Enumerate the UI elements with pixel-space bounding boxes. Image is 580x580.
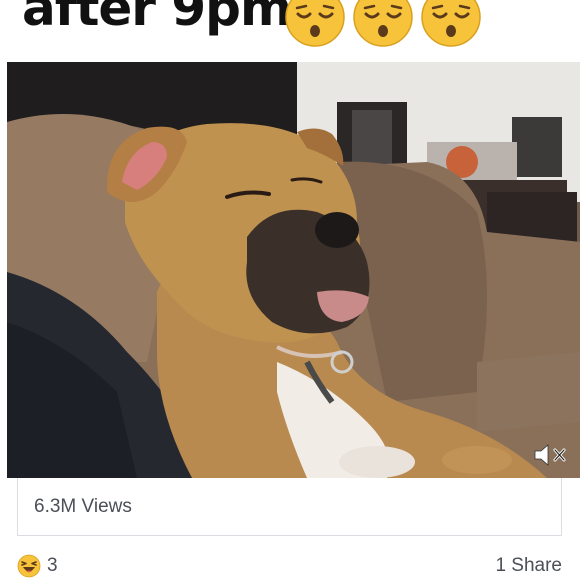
mute-button[interactable] bbox=[531, 440, 571, 470]
views-count: 6.3M Views bbox=[34, 496, 132, 517]
sleepy-face-icon bbox=[285, 0, 345, 47]
sleepy-face-icon bbox=[353, 0, 413, 47]
caption-text: after 9pm bbox=[22, 0, 292, 37]
video-player[interactable] bbox=[7, 62, 580, 478]
post-caption: after 9pm bbox=[0, 0, 580, 58]
share-count[interactable]: 1 Share bbox=[495, 555, 562, 577]
views-panel: 6.3M Views bbox=[17, 478, 562, 536]
haha-reaction-icon bbox=[17, 554, 41, 578]
post-footer: 3 1 Share bbox=[0, 546, 580, 580]
reaction-count: 3 bbox=[47, 555, 58, 576]
reactions-summary[interactable]: 3 bbox=[17, 553, 58, 579]
sleepy-face-icon bbox=[421, 0, 481, 47]
caption-emoji-row bbox=[284, 0, 482, 47]
speaker-muted-icon bbox=[534, 444, 566, 466]
video-frame bbox=[7, 62, 580, 478]
